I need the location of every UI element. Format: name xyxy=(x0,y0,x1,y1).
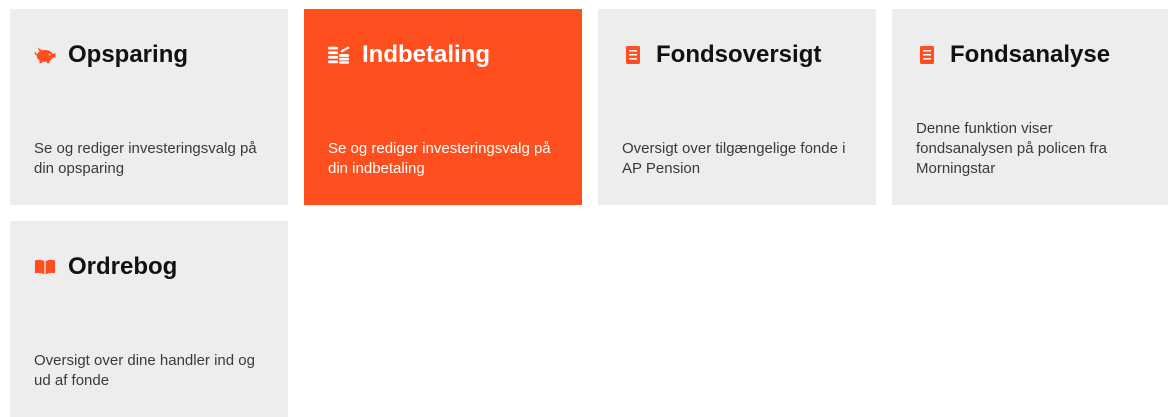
tile-title: Ordrebog xyxy=(68,253,178,280)
tile-description: Se og rediger investeringsvalg på din in… xyxy=(328,140,551,177)
tile-fondsanalyse[interactable]: Fondsanalyse Denne funktion viser fondsa… xyxy=(892,9,1168,205)
document-icon xyxy=(622,44,644,66)
tile-description: Denne funktion viser fondsanalysen på po… xyxy=(916,120,1107,177)
tile-indbetaling[interactable]: Indbetaling Se og rediger investeringsva… xyxy=(304,9,582,205)
tile-description: Se og rediger investeringsvalg på din op… xyxy=(34,140,257,177)
document-icon xyxy=(916,44,938,66)
tile-header: Fondsoversigt xyxy=(622,41,821,69)
tile-opsparing[interactable]: Opsparing Se og rediger investeringsvalg… xyxy=(10,9,288,205)
piggy-bank-icon xyxy=(34,44,56,66)
tile-header: Indbetaling xyxy=(328,41,490,69)
tile-description: Oversigt over tilgængelige fonde i AP Pe… xyxy=(622,140,846,177)
tile-header: Fondsanalyse xyxy=(916,41,1110,69)
open-book-icon xyxy=(34,256,56,278)
tile-title: Indbetaling xyxy=(362,41,490,68)
coins-stack-icon xyxy=(328,44,350,66)
tile-header: Ordrebog xyxy=(34,253,177,281)
tile-title: Fondsanalyse xyxy=(950,41,1111,68)
tile-ordrebog[interactable]: Ordrebog Oversigt over dine handler ind … xyxy=(10,221,288,417)
tile-fondsoversigt[interactable]: Fondsoversigt Oversigt over tilgængelige… xyxy=(598,9,876,205)
navigation-tiles-grid: Opsparing Se og rediger investeringsvalg… xyxy=(10,9,1168,417)
tile-title: Opsparing xyxy=(68,41,189,68)
tile-description: Oversigt over dine handler ind og ud af … xyxy=(34,352,255,389)
tile-header: Opsparing xyxy=(34,41,188,69)
tile-title: Fondsoversigt xyxy=(656,41,822,68)
